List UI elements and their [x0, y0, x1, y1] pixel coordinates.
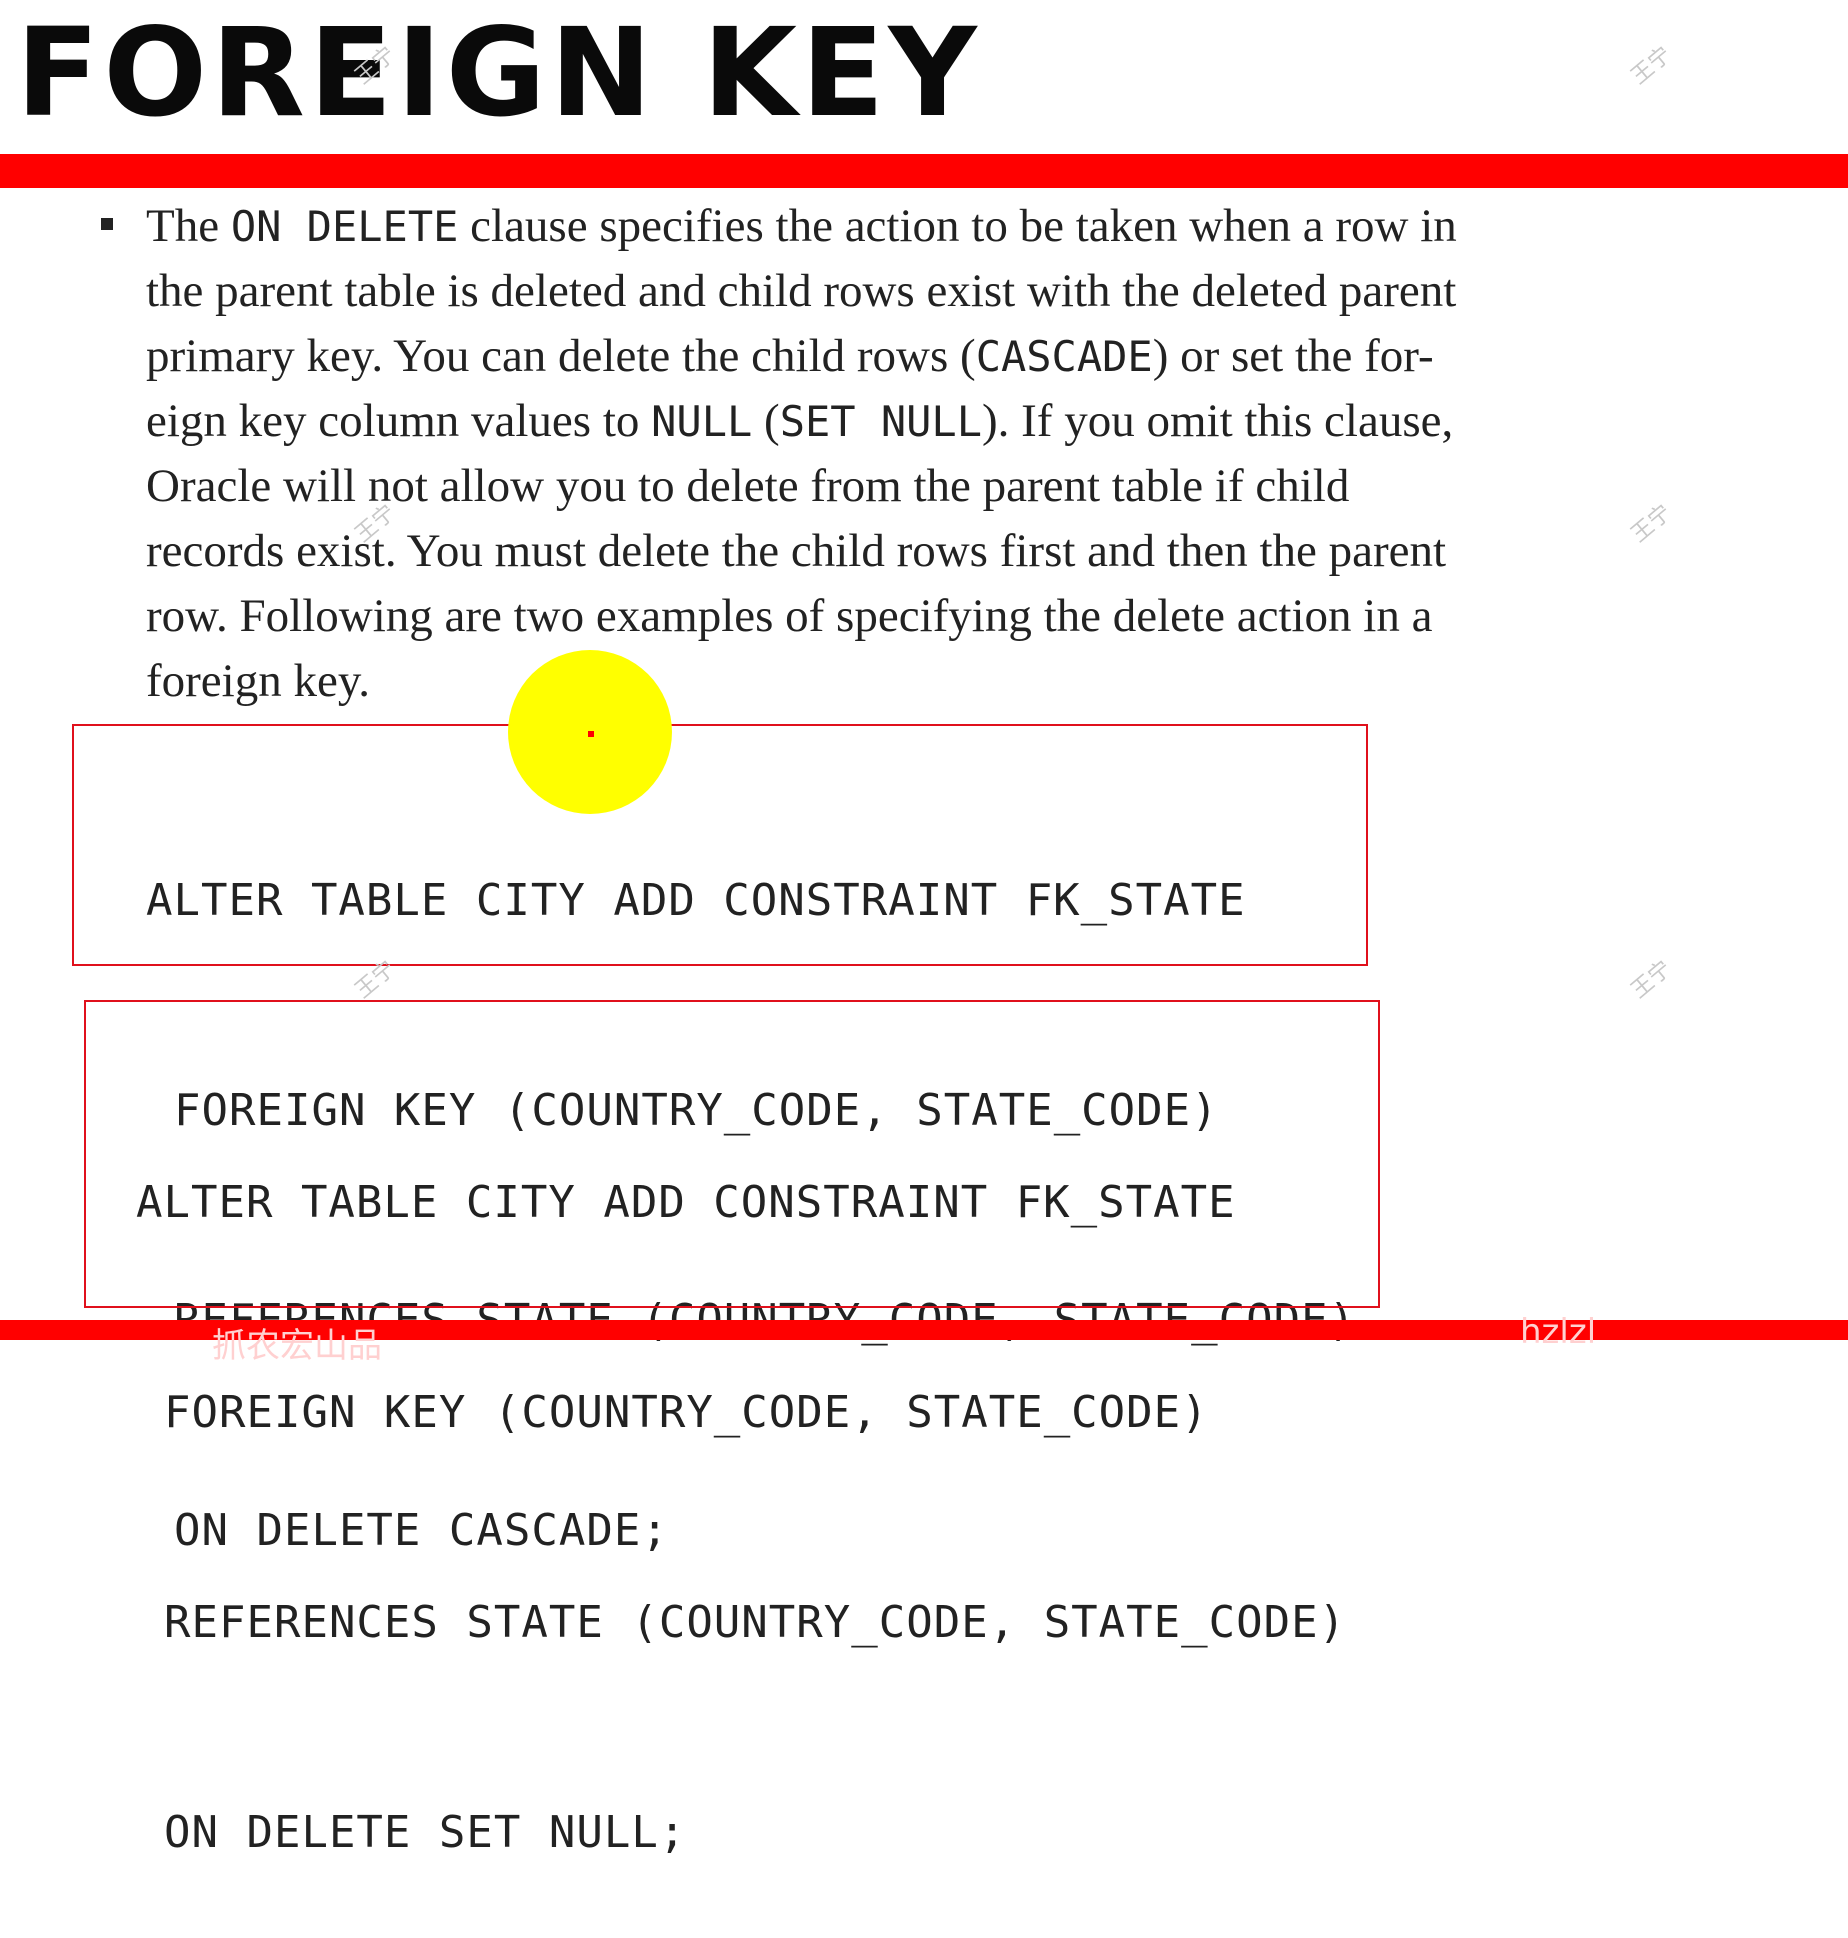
- text-run: Oracle will not allow you to delete from…: [146, 460, 1350, 512]
- code-line: ALTER TABLE CITY ADD CONSTRAINT FK_STATE: [136, 1177, 1236, 1228]
- text-run: records exist. You must delete the child…: [146, 525, 1447, 577]
- paragraph-line: the parent table is deleted and child ro…: [146, 259, 1626, 324]
- inline-code: ON DELETE: [230, 202, 459, 251]
- inline-code: SET NULL: [779, 397, 982, 446]
- title-red-rule: [0, 154, 1848, 188]
- paragraph-line: The ON DELETE clause specifies the actio…: [146, 194, 1626, 259]
- text-run: eign key column values to: [146, 395, 652, 447]
- inline-code: CASCADE: [975, 332, 1153, 381]
- bullet-marker: [101, 218, 113, 230]
- code-example-2: ALTER TABLE CITY ADD CONSTRAINT FK_STATE…: [136, 1028, 1346, 1938]
- paragraph-line: eign key column values to NULL (SET NULL…: [146, 389, 1626, 454]
- slide-title: FOREIGN KEY: [16, 2, 981, 144]
- text-run: (: [752, 395, 780, 447]
- footer-left-text: 抓农宏山品: [212, 1326, 382, 1366]
- paragraph-line: foreign key.: [146, 649, 1626, 714]
- watermark: 王宁: [1626, 42, 1677, 90]
- code-line: REFERENCES STATE (COUNTRY_CODE, STATE_CO…: [164, 1597, 1347, 1648]
- paragraph-line: row. Following are two examples of speci…: [146, 584, 1626, 649]
- code-line: FOREIGN KEY (COUNTRY_CODE, STATE_CODE): [164, 1387, 1209, 1438]
- text-run: ). If you omit this clause,: [982, 395, 1454, 447]
- text-run: The: [146, 200, 231, 252]
- text-run: primary key. You can delete the child ro…: [146, 330, 976, 382]
- footer-right-text: hzlzl: [1520, 1312, 1597, 1352]
- watermark: 王宁: [1626, 956, 1677, 1004]
- code-line: ON DELETE SET NULL;: [164, 1807, 687, 1858]
- paragraph-line: primary key. You can delete the child ro…: [146, 324, 1626, 389]
- inline-code: NULL: [651, 397, 753, 446]
- text-run: foreign key.: [146, 655, 371, 707]
- text-run: ) or set the for-: [1152, 330, 1434, 382]
- watermark: 王宁: [1626, 500, 1677, 548]
- text-run: the parent table is deleted and child ro…: [146, 265, 1457, 317]
- code-line: ALTER TABLE CITY ADD CONSTRAINT FK_STATE: [146, 875, 1246, 926]
- text-run: clause specifies the action to be taken …: [458, 200, 1457, 252]
- text-run: row. Following are two examples of speci…: [146, 590, 1433, 642]
- body-paragraph: The ON DELETE clause specifies the actio…: [146, 194, 1626, 714]
